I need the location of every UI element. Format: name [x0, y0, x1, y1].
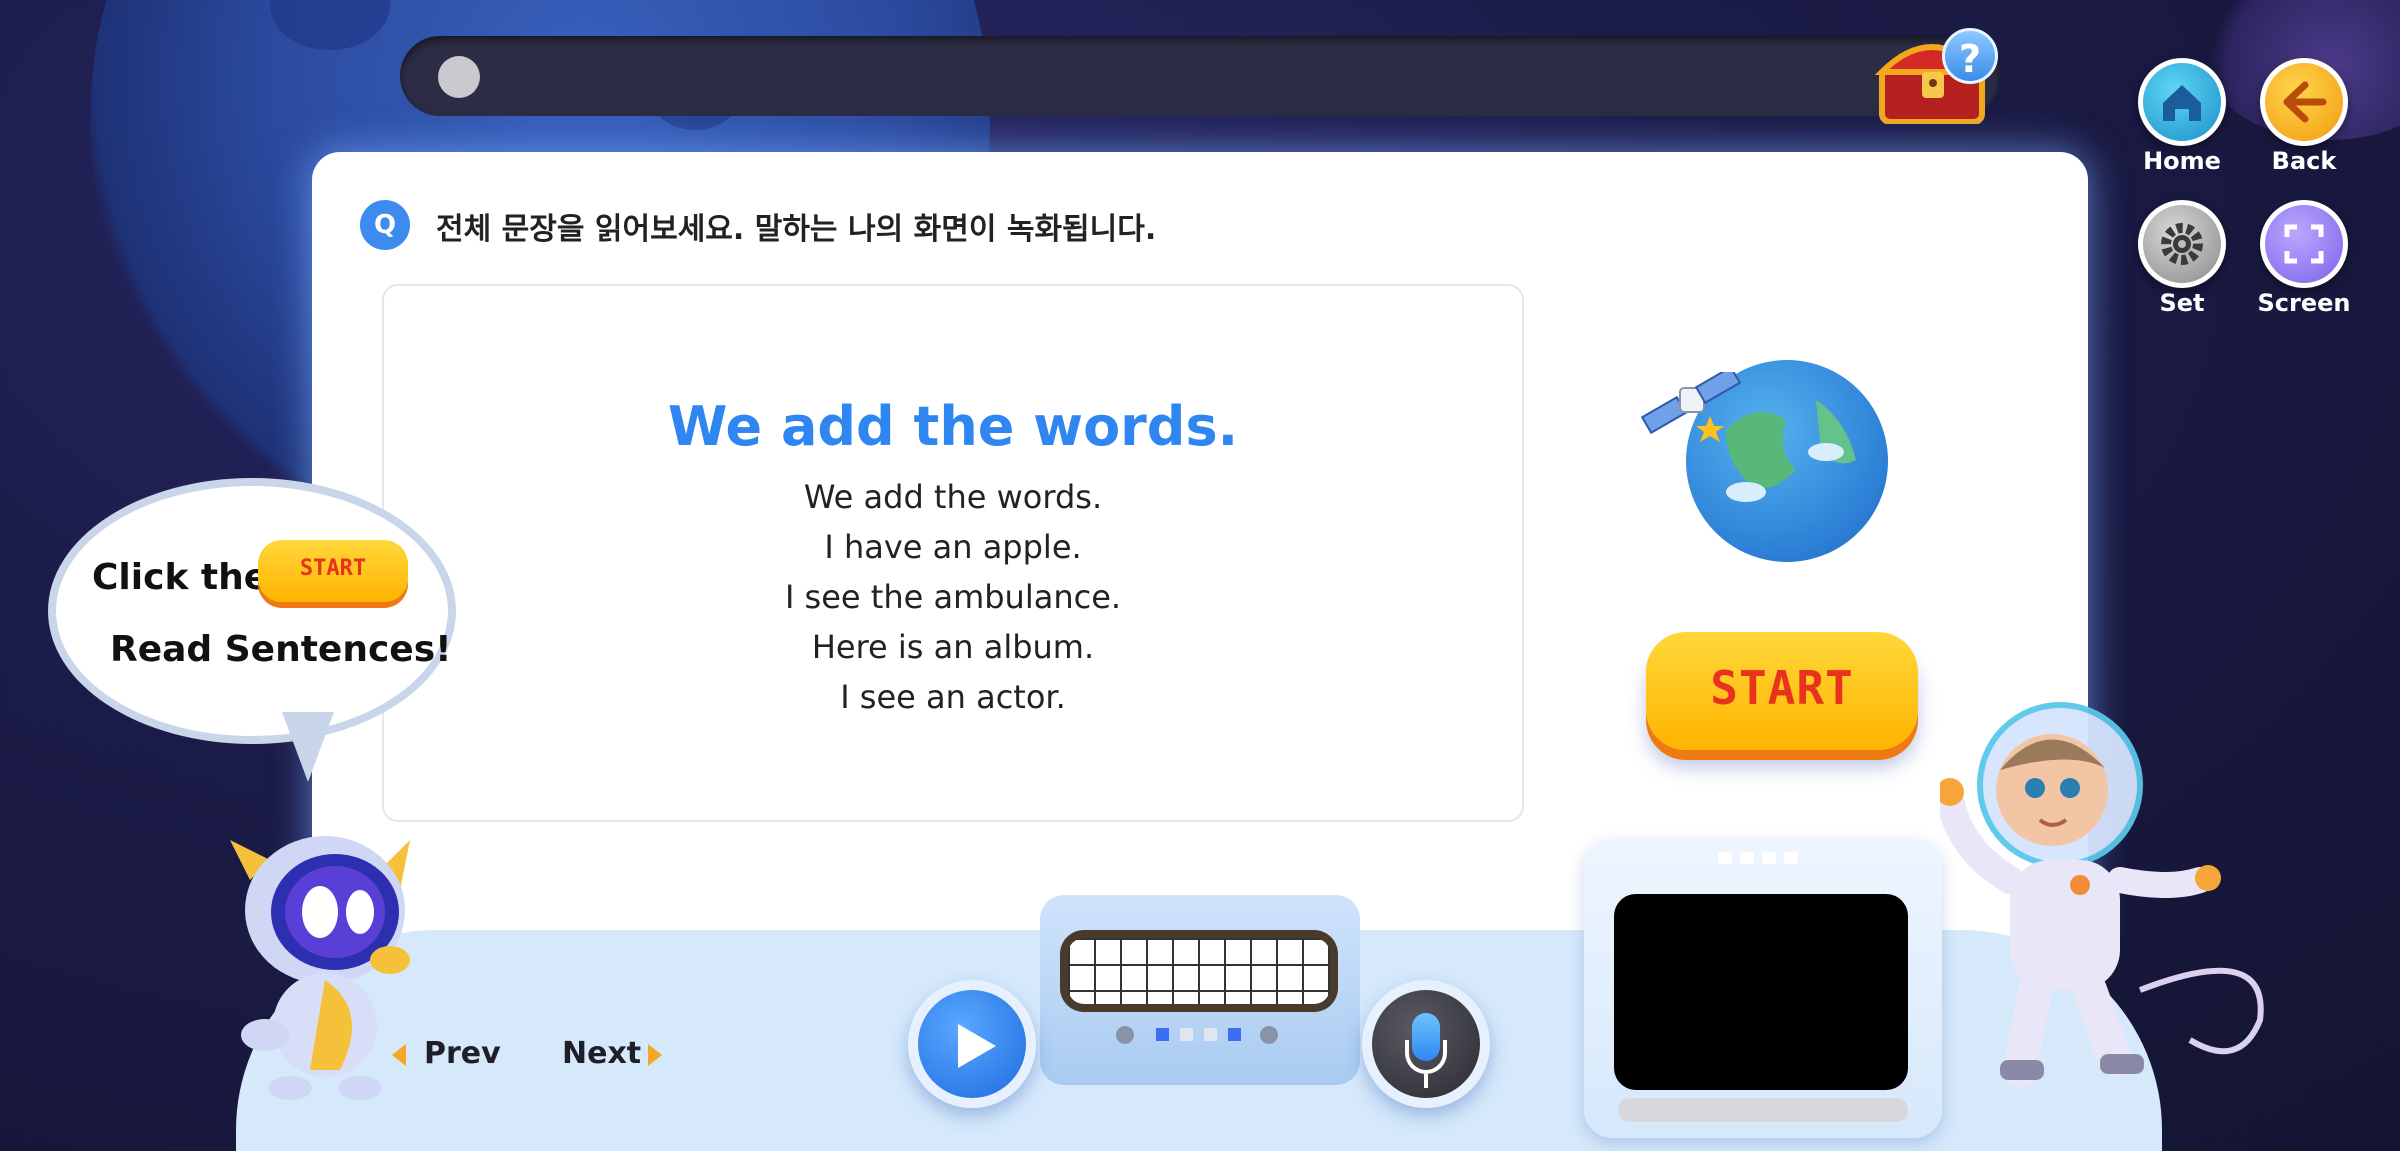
console-indicator	[1180, 1028, 1193, 1041]
back-label: Back	[2271, 147, 2337, 175]
fullscreen-icon	[2284, 224, 2324, 264]
satellite-icon	[1640, 372, 1742, 442]
screen-button[interactable]	[2260, 200, 2348, 288]
home-icon	[2163, 85, 2201, 121]
arrow-left-icon	[2283, 81, 2327, 123]
next-arrow-icon[interactable]	[648, 1044, 662, 1066]
speech-bubble-tail	[282, 712, 334, 782]
bubble-text-line1: Click the	[92, 557, 269, 598]
robot-mascot	[230, 836, 410, 1100]
sentence-line: I see an actor.	[840, 678, 1066, 716]
console-indicator	[1156, 1028, 1169, 1041]
console-dot	[1116, 1026, 1134, 1044]
question-badge: Q	[360, 200, 410, 250]
start-button[interactable]: START	[1646, 632, 1918, 750]
console-indicator	[1204, 1028, 1217, 1041]
astronaut-character	[1940, 702, 2264, 1087]
home-label: Home	[2143, 147, 2221, 175]
back-button[interactable]	[2260, 58, 2348, 146]
play-icon	[958, 1024, 996, 1068]
microphone-stem	[1424, 1074, 1428, 1088]
screen-label: Screen	[2257, 289, 2351, 317]
recording-progress-bar	[1618, 1098, 1908, 1122]
sentence-line: We add the words.	[803, 478, 1103, 516]
camera-dot	[1784, 852, 1798, 864]
gear-icon	[2161, 223, 2203, 265]
camera-preview	[1614, 894, 1908, 1090]
question-instruction: 전체 문장을 읽어보세요. 말하는 나의 화면이 녹화됩니다.	[436, 212, 1157, 247]
camera-dot	[1718, 852, 1732, 864]
set-button[interactable]	[2138, 200, 2226, 288]
bubble-text-line2: Read Sentences!	[110, 629, 452, 670]
home-button[interactable]	[2138, 58, 2226, 146]
camera-dot	[1762, 852, 1776, 864]
bubble-start-badge: START	[258, 540, 408, 602]
waveform-display	[1060, 930, 1338, 1012]
console-indicator	[1228, 1028, 1241, 1041]
sentence-line: I have an apple.	[824, 528, 1082, 566]
camera-dot	[1740, 852, 1754, 864]
help-badge[interactable]: ?	[1942, 28, 1998, 84]
next-button[interactable]: Next	[562, 1036, 641, 1071]
speech-bubble	[48, 478, 456, 744]
set-label: Set	[2159, 289, 2205, 317]
progress-bar	[400, 36, 2000, 116]
console-dot	[1260, 1026, 1278, 1044]
sentence-line: I see the ambulance.	[784, 578, 1122, 616]
progress-knob	[438, 56, 480, 98]
sentence-title: We add the words.	[667, 395, 1239, 458]
sentence-line: Here is an album.	[811, 628, 1095, 666]
